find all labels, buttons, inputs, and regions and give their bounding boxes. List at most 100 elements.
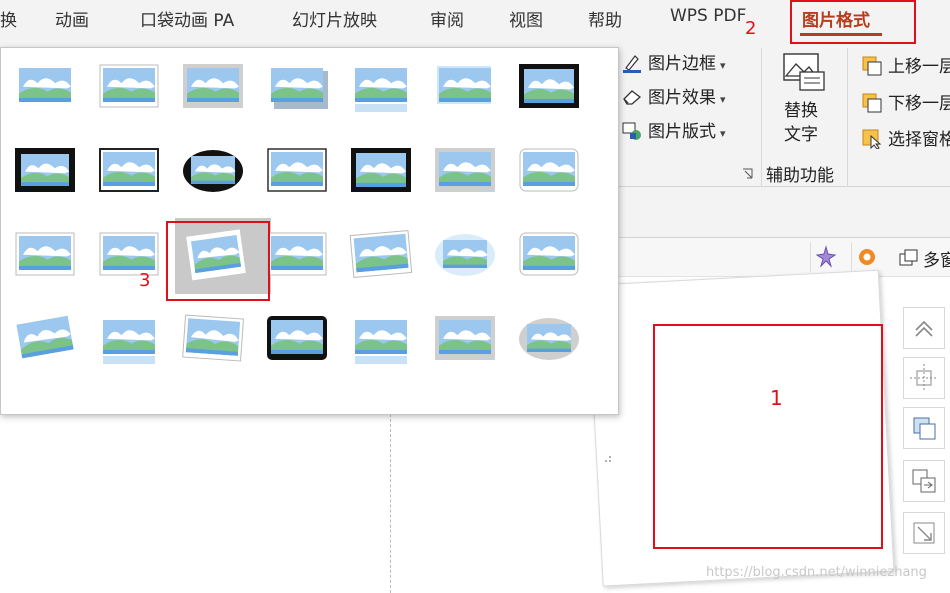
picture-style-thumbnail[interactable]: [341, 134, 419, 206]
chevron-down-icon: ▾: [720, 93, 726, 106]
accessibility-group-label: 辅助功能: [766, 166, 834, 186]
picture-style-thumbnail[interactable]: [5, 218, 83, 290]
annotation-label-3: 3: [139, 270, 151, 291]
picture-style-thumbnail[interactable]: [341, 218, 419, 290]
sparkle-button[interactable]: [810, 242, 841, 272]
picture-style-preview: [99, 232, 159, 276]
picture-style-thumbnail[interactable]: [5, 50, 83, 122]
tab-wps-pdf[interactable]: WPS PDF: [670, 6, 746, 26]
picture-style-thumbnail[interactable]: [257, 302, 335, 374]
alt-text-icon: [783, 53, 825, 91]
picture-style-thumbnail[interactable]: [341, 302, 419, 374]
picture-style-thumbnail[interactable]: [425, 302, 503, 374]
picture-layout-label: 图片版式: [648, 122, 716, 142]
picture-style-preview: [519, 232, 579, 276]
send-backward-button[interactable]: 下移一层: [862, 89, 950, 114]
annotation-label-1: 1: [770, 386, 783, 410]
bring-forward-label: 上移一层: [888, 57, 950, 77]
resize-arrow-icon: [913, 522, 935, 544]
chevron-up-icon: [915, 320, 933, 337]
picture-style-preview: [437, 66, 491, 104]
picture-style-thumbnail[interactable]: [257, 50, 335, 122]
picture-style-preview: [183, 64, 243, 108]
selection-pane-label: 选择窗格: [888, 130, 950, 150]
picture-style-thumbnail[interactable]: [89, 50, 167, 122]
align-center-icon: [910, 364, 938, 392]
bring-forward-button[interactable]: 上移一层: [862, 52, 950, 77]
tab-transitions[interactable]: 换: [0, 6, 17, 31]
picture-style-preview: [519, 148, 579, 192]
tab-review[interactable]: 审阅: [430, 6, 464, 31]
picture-style-thumbnail[interactable]: [89, 134, 167, 206]
arrange-button[interactable]: [903, 407, 945, 449]
picture-style-thumbnail[interactable]: [425, 134, 503, 206]
picture-layout-button[interactable]: 图片版式 ▾: [622, 117, 726, 142]
picture-style-thumbnail[interactable]: [5, 302, 83, 374]
picture-style-thumbnail[interactable]: [509, 218, 587, 290]
picture-style-thumbnail[interactable]: [509, 134, 587, 206]
picture-border-button[interactable]: 图片边框 ▾: [622, 49, 726, 74]
picture-style-preview: [16, 315, 74, 359]
picture-style-preview: [355, 68, 407, 112]
layers-icon: [913, 417, 936, 440]
ribbon-separator: [847, 48, 848, 188]
picture-style-preview: [15, 232, 75, 276]
window-icon: [899, 249, 918, 266]
dialog-launcher-icon[interactable]: [742, 165, 754, 179]
picture-style-thumbnail[interactable]: [173, 134, 251, 206]
tab-view[interactable]: 视图: [509, 6, 543, 31]
send-backward-label: 下移一层: [888, 94, 950, 114]
watermark: https://blog.csdn.net/winniezhang: [706, 565, 927, 580]
magic-wand-icon: [815, 245, 837, 268]
picture-style-preview: [182, 314, 244, 362]
picture-style-thumbnail[interactable]: [509, 302, 587, 374]
picture-style-thumbnail[interactable]: [5, 134, 83, 206]
tab-animations[interactable]: 动画: [55, 6, 89, 31]
picture-style-thumbnail[interactable]: [425, 218, 503, 290]
picture-style-thumbnail[interactable]: [89, 218, 167, 290]
picture-style-preview: [351, 148, 411, 192]
tab-pocket-animation[interactable]: 口袋动画 PA: [140, 6, 234, 31]
picture-style-preview: [99, 148, 159, 192]
selection-pane-button[interactable]: 选择窗格: [862, 125, 950, 150]
picture-effects-button[interactable]: 图片效果 ▾: [622, 83, 726, 108]
pen-icon: [623, 55, 641, 73]
picture-style-preview: [19, 68, 71, 102]
resize-grip-icon[interactable]: [602, 448, 612, 462]
chevron-down-icon: ▾: [720, 127, 726, 140]
annotation-label-2: 2: [745, 18, 757, 39]
picture-style-preview: [435, 316, 495, 360]
picture-style-preview: [15, 148, 75, 192]
picture-style-thumbnail[interactable]: [509, 50, 587, 122]
gear-icon: [859, 249, 875, 265]
layout-options-button[interactable]: [903, 307, 945, 349]
chevron-down-icon: ▾: [720, 59, 726, 72]
picture-style-thumbnail[interactable]: [89, 302, 167, 374]
picture-border-label: 图片边框: [648, 54, 716, 74]
tab-slideshow[interactable]: 幻灯片放映: [292, 6, 377, 31]
alt-text-label-2: 文字: [784, 125, 818, 145]
picture-style-thumbnail[interactable]: [425, 50, 503, 122]
swap-picture-icon: [912, 469, 936, 493]
tab-help[interactable]: 帮助: [588, 6, 622, 31]
ribbon-separator: [761, 48, 762, 188]
picture-style-thumbnail[interactable]: [173, 302, 251, 374]
change-picture-button[interactable]: [903, 460, 945, 502]
picture-style-preview: [267, 148, 327, 192]
selection-pane-icon: [862, 129, 882, 149]
picture-style-preview: [271, 68, 328, 109]
settings-button[interactable]: [851, 242, 882, 272]
picture-style-thumbnail[interactable]: [257, 134, 335, 206]
eraser-icon: [623, 90, 642, 105]
crop-resize-button[interactable]: [903, 512, 945, 554]
picture-style-thumbnail[interactable]: [173, 50, 251, 122]
picture-style-preview: [349, 230, 413, 278]
picture-style-preview: [519, 318, 579, 360]
picture-style-thumbnail[interactable]: [341, 50, 419, 122]
multi-window-button[interactable]: 多窗: [897, 244, 950, 272]
annotation-box-2: [790, 0, 916, 44]
send-backward-icon: [862, 93, 882, 113]
picture-effects-label: 图片效果: [648, 88, 716, 108]
alt-text-button[interactable]: 替换 文字: [776, 52, 832, 147]
align-button[interactable]: [903, 357, 945, 399]
